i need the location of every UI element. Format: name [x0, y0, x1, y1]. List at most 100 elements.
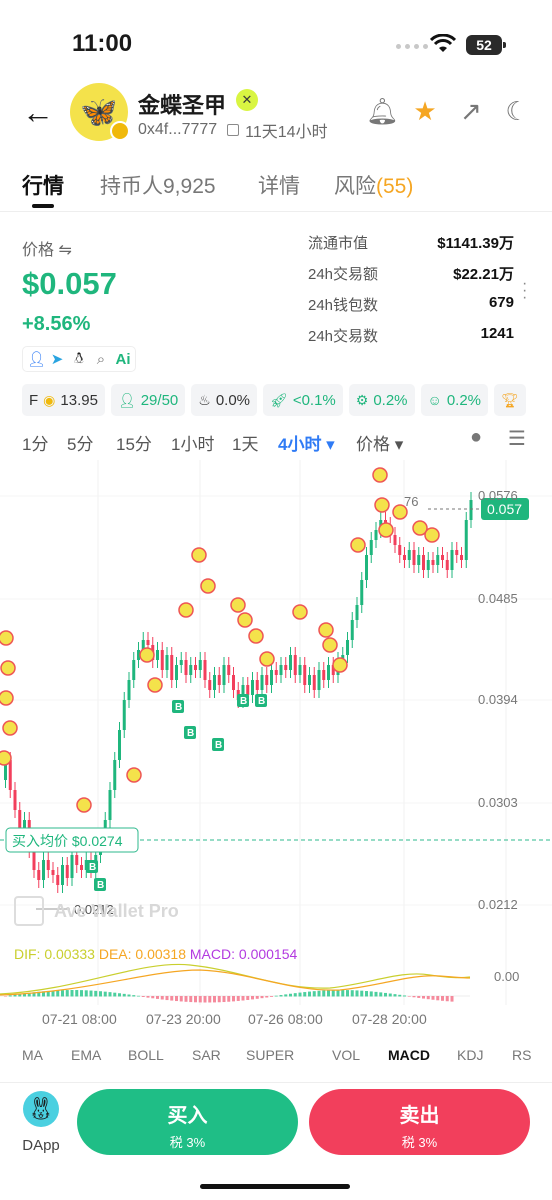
- macd-histogram-bar: [322, 990, 326, 997]
- copy-icon[interactable]: [227, 124, 240, 136]
- tf-5m[interactable]: 5分: [67, 430, 93, 455]
- settings-sliders-icon[interactable]: ☰: [508, 426, 526, 451]
- trader-avatar-marker: [147, 677, 163, 693]
- macd-histogram-bar: [141, 996, 145, 997]
- ind-boll[interactable]: BOLL: [128, 1047, 164, 1063]
- macd-histogram-bar: [75, 990, 79, 997]
- stat-value: $22.21万: [453, 266, 514, 283]
- holders-chip[interactable]: 👤︎ 29/50: [110, 384, 186, 416]
- back-arrow-icon[interactable]: ←: [22, 94, 54, 131]
- ind-super[interactable]: SUPER: [246, 1047, 294, 1063]
- macd-histogram-bar: [203, 996, 207, 1003]
- macd-histogram-bar: [151, 996, 155, 999]
- candle-body: [208, 680, 212, 690]
- candle-body: [198, 660, 202, 670]
- y-tick-label: 0.0212: [478, 897, 518, 912]
- macd-histogram-bar: [270, 996, 273, 997]
- candle-body: [75, 855, 79, 865]
- price-mode-select[interactable]: 价格 ▾: [356, 430, 403, 455]
- sell-button[interactable]: 卖出 税 3%: [309, 1089, 530, 1155]
- candle-body: [350, 620, 354, 640]
- ind-rsi[interactable]: RS: [512, 1047, 531, 1063]
- macd-histogram-bar: [374, 991, 378, 997]
- telegram-icon[interactable]: ➤: [49, 350, 65, 368]
- share-icon[interactable]: ↗: [458, 96, 484, 127]
- ghost-icon: ☺: [427, 392, 442, 408]
- buy-button[interactable]: 买入 税 3%: [77, 1089, 298, 1155]
- bnb-chain-icon: [110, 121, 130, 141]
- bundle-chip[interactable]: ⚙ 0.2%: [348, 384, 415, 416]
- qq-icon[interactable]: 🐧︎: [71, 350, 87, 369]
- trophy-chip[interactable]: 🏆︎: [494, 384, 526, 416]
- tab-holders[interactable]: 持币人9,925: [100, 170, 216, 200]
- macd-histogram-bar: [222, 996, 226, 1003]
- macd-histogram-bar: [289, 993, 292, 997]
- macd-histogram-bar: [165, 996, 169, 1001]
- tf-15m[interactable]: 15分: [116, 430, 152, 455]
- rocket-chip[interactable]: 🚀︎ <0.1%: [263, 384, 343, 416]
- macd-histogram-bar: [170, 996, 174, 1001]
- tf-1d[interactable]: 1天: [232, 430, 258, 455]
- user-icon[interactable]: 👤︎: [27, 350, 46, 368]
- macd-histogram-bar: [194, 996, 197, 1003]
- tf-1h[interactable]: 1小时: [171, 430, 214, 455]
- macd-histogram-bar: [65, 990, 69, 997]
- chef-chip[interactable]: ♨ 0.0%: [191, 384, 258, 416]
- signal-icon: [396, 44, 428, 49]
- chip-value: 0.2%: [446, 391, 482, 409]
- price-label[interactable]: 价格 ⇋: [22, 236, 72, 260]
- macd-histogram-bar: [279, 995, 283, 997]
- candle-body: [426, 560, 430, 570]
- ind-ema[interactable]: EMA: [71, 1047, 101, 1063]
- ai-icon[interactable]: Ai: [115, 351, 131, 368]
- ind-macd[interactable]: MACD: [388, 1047, 430, 1063]
- tf-1m[interactable]: 1分: [22, 430, 48, 455]
- markers-toggle-icon[interactable]: ●: [470, 426, 482, 449]
- tf-4h[interactable]: 4小时 ▾: [278, 430, 335, 455]
- macd-histogram-bar: [241, 996, 245, 1001]
- moon-icon[interactable]: ☾: [504, 96, 530, 127]
- macd-histogram-bar: [198, 996, 202, 1003]
- bell-icon[interactable]: 🔔︎: [366, 96, 399, 127]
- candle-body: [37, 870, 41, 880]
- search-icon[interactable]: ⌕: [93, 351, 109, 368]
- dapp-button[interactable]: 🐰︎ DApp: [20, 1091, 62, 1154]
- macd-histogram-bar: [365, 991, 368, 997]
- buy-marker-label: B: [258, 696, 265, 707]
- ind-ma[interactable]: MA: [22, 1047, 43, 1063]
- macd-histogram-bar: [298, 992, 302, 997]
- token-address-row[interactable]: 0x4f...7777 11天14小时: [138, 118, 328, 142]
- more-vertical-icon[interactable]: · · ·: [522, 276, 527, 306]
- star-icon[interactable]: ★: [412, 96, 438, 127]
- stat-row: 流通市值 $1141.39万: [308, 232, 514, 263]
- macd-histogram-bar: [179, 996, 183, 1002]
- stat-label: 24h钱包数: [308, 297, 379, 314]
- token-address: 0x4f...7777: [138, 121, 218, 138]
- trader-avatar-marker: [0, 750, 12, 766]
- candle-body: [422, 555, 425, 570]
- ind-kdj[interactable]: KDJ: [457, 1047, 483, 1063]
- tab-details[interactable]: 详情: [258, 170, 300, 200]
- stat-row: 24h钱包数 679: [308, 294, 514, 325]
- macd-histogram-bar: [122, 993, 126, 997]
- macd-histogram-bar: [274, 995, 278, 997]
- macd-histogram-bar: [327, 990, 330, 997]
- ind-sar[interactable]: SAR: [192, 1047, 221, 1063]
- risk-count: (55): [376, 175, 414, 198]
- macd-histogram-bar: [94, 990, 98, 997]
- tab-risk[interactable]: 风险(55): [334, 170, 413, 200]
- candle-body: [42, 860, 45, 880]
- candle-body: [322, 670, 326, 680]
- buy-marker-label: B: [175, 702, 182, 713]
- candle-body: [431, 560, 435, 565]
- ghost-chip[interactable]: ☺ 0.2%: [420, 384, 489, 416]
- chef-hat-icon: ♨: [198, 391, 211, 408]
- expand-icon[interactable]: [14, 896, 44, 926]
- ind-vol[interactable]: VOL: [332, 1047, 360, 1063]
- active-tab-indicator: [32, 204, 54, 208]
- f-label: F: [29, 391, 39, 409]
- candle-body: [255, 680, 259, 690]
- f-score-chip[interactable]: F ◉ 13.95: [22, 384, 105, 416]
- token-age: 11天14小时: [245, 124, 328, 141]
- tab-market[interactable]: 行情: [22, 170, 64, 200]
